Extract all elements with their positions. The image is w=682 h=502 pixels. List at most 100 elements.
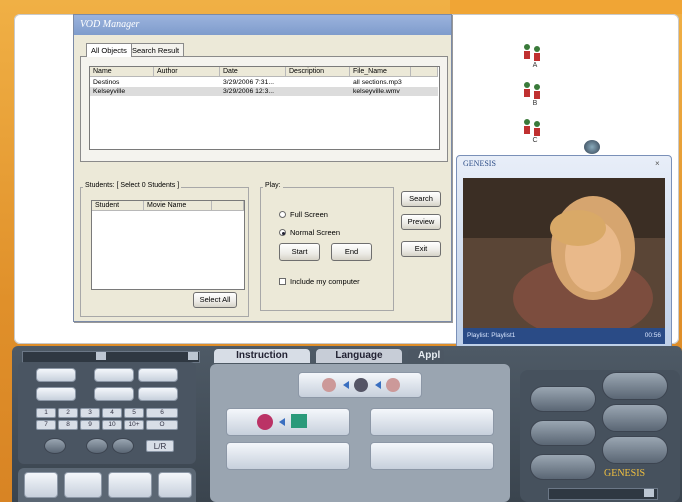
lock-icon[interactable] (530, 386, 596, 412)
keypad-key[interactable]: 5 (124, 408, 144, 418)
lr-button[interactable]: L/R (146, 440, 174, 452)
playlist-label: Playlist: Playlist1 (467, 332, 516, 339)
student-avatar-a[interactable]: A (522, 42, 548, 69)
player-brand: GENESIS (463, 159, 496, 168)
audio-icon[interactable] (44, 438, 66, 454)
control-button-3[interactable] (138, 368, 178, 382)
people-icon (524, 119, 540, 136)
teacher-broadcast-button[interactable] (226, 408, 350, 436)
tab-application[interactable]: Appl (408, 349, 444, 363)
avatar-label: C (532, 137, 538, 144)
keypad-key[interactable]: 8 (58, 420, 78, 430)
video-frame (463, 178, 665, 328)
video-info-bar: Playlist: Playlist1 00:56 (463, 328, 665, 344)
top-frame-strip (450, 0, 682, 14)
play-label: Play: (263, 182, 283, 189)
control-button-5[interactable] (94, 387, 134, 401)
power-icon[interactable] (530, 454, 596, 480)
tab-instruction[interactable]: Instruction (214, 349, 310, 363)
cell-file: all sections.mp3 (353, 79, 402, 86)
column-header-author[interactable]: Author (154, 67, 220, 77)
keypad-key[interactable]: 4 (102, 408, 122, 418)
column-header-description[interactable]: Description (286, 67, 350, 77)
column-header-date[interactable]: Date (220, 67, 286, 77)
settings-icon[interactable] (602, 404, 668, 432)
column-header-name[interactable]: Name (90, 67, 154, 77)
play-group: Play: Full Screen Normal Screen Start En… (260, 182, 394, 311)
normal-screen-label: Normal Screen (290, 228, 341, 237)
search-button[interactable]: Search (401, 191, 441, 207)
control-button-6[interactable] (138, 387, 178, 401)
control-button-1[interactable] (36, 368, 76, 382)
control-button-4[interactable] (36, 387, 76, 401)
preview-button[interactable]: Preview (401, 214, 441, 230)
folder-button[interactable] (370, 408, 494, 436)
tab-all-objects[interactable]: All Objects (86, 43, 132, 57)
pen-icon[interactable] (24, 472, 58, 498)
students-list[interactable]: Student Movie Name (91, 200, 245, 290)
column-header-file-name[interactable]: File_Name (350, 67, 411, 77)
keypad-key[interactable]: 10+ (124, 420, 144, 430)
file-transfer-icon[interactable] (602, 372, 668, 400)
objects-list[interactable]: Name Author Date Description File_Name D… (89, 66, 440, 150)
avatar-label: B (532, 100, 538, 107)
arrow-right-icon (322, 378, 400, 392)
keypad-key[interactable]: 6 (146, 408, 178, 418)
people-icon (524, 82, 540, 99)
students-group: Students: [ Select 0 Students ] Student … (80, 182, 249, 317)
keypad-key[interactable]: 9 (80, 420, 100, 430)
start-button[interactable]: Start (279, 243, 320, 261)
teacher-icon (257, 414, 307, 430)
table-row[interactable]: Destinos 3/29/2006 7:31... all sections.… (90, 78, 438, 87)
gear-icon[interactable] (602, 436, 668, 464)
broadcast-icon[interactable] (108, 472, 152, 498)
keypad-key[interactable]: 7 (36, 420, 56, 430)
globe-icon[interactable] (584, 140, 600, 154)
people-icon (524, 44, 540, 61)
teacher-to-student-button[interactable] (298, 372, 422, 398)
scroll-thumb[interactable] (96, 352, 106, 360)
video-display (463, 178, 665, 328)
record-icon[interactable] (64, 472, 102, 498)
close-icon[interactable]: × (655, 159, 660, 168)
keypad-key[interactable]: 3 (80, 408, 100, 418)
exit-button[interactable]: Exit (401, 241, 441, 257)
monitor-icon[interactable] (158, 472, 192, 498)
cell-date: 3/29/2006 12:3... (223, 88, 275, 95)
cell-name: Kelseyville (93, 88, 126, 95)
include-computer-label: Include my computer (290, 277, 360, 286)
control-button-2[interactable] (94, 368, 134, 382)
select-all-button[interactable]: Select All (193, 292, 237, 308)
keypad-key[interactable]: 10 (102, 420, 122, 430)
normal-screen-radio[interactable] (279, 229, 286, 236)
unlock-icon[interactable] (530, 420, 596, 446)
brand-logo: GENESIS (604, 468, 646, 479)
headphone-icon[interactable] (86, 438, 108, 454)
speaker-icon[interactable] (112, 438, 134, 454)
cell-file: kelseyville.wmv (353, 88, 400, 95)
scroll-thumb-bottom[interactable] (644, 489, 654, 497)
student-avatar-b[interactable]: B (522, 80, 548, 107)
keypad-key[interactable]: 2 (58, 408, 78, 418)
column-header-blank (411, 67, 438, 77)
objects-panel: Name Author Date Description File_Name D… (80, 56, 448, 162)
column-header-movie-name[interactable]: Movie Name (144, 201, 212, 211)
table-row[interactable]: Kelseyville 3/29/2006 12:3... kelseyvill… (90, 87, 438, 96)
tab-language[interactable]: Language (316, 349, 402, 363)
scroll-thumb-right[interactable] (188, 352, 198, 360)
include-computer-checkbox[interactable] (279, 278, 286, 285)
column-header-student[interactable]: Student (92, 201, 144, 211)
keypad-key[interactable]: O (146, 420, 178, 430)
window-title: VOD Manager (74, 15, 451, 35)
full-screen-radio[interactable] (279, 211, 286, 218)
tab-search-result[interactable]: Search Result (127, 43, 185, 57)
media-player-window: GENESIS × Playlist: Playlist1 00:56 (456, 155, 672, 377)
keypad-key[interactable]: 1 (36, 408, 56, 418)
students-label: Students: [ Select 0 Students ] (83, 182, 182, 189)
student-avatar-c[interactable]: C (522, 117, 548, 144)
document-button[interactable] (370, 442, 494, 470)
column-header-blank (212, 201, 244, 211)
screen-share-button[interactable] (226, 442, 350, 470)
time-label: 00:56 (644, 332, 661, 339)
end-button[interactable]: End (331, 243, 372, 261)
